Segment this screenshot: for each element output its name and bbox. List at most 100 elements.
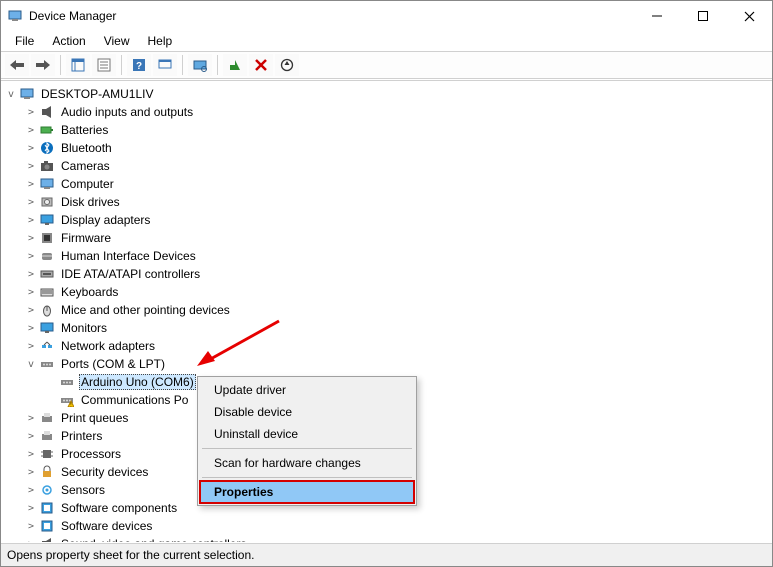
toolbar-uninstall-button[interactable] (249, 54, 273, 76)
sensor-icon (39, 482, 55, 498)
toolbar-help-button[interactable]: ? (127, 54, 151, 76)
chevron-right-icon[interactable]: > (25, 322, 37, 334)
ide-icon (39, 266, 55, 282)
tree-item-label: Bluetooth (59, 141, 114, 155)
chevron-right-icon[interactable]: > (25, 142, 37, 154)
tree-item[interactable]: >Batteries (21, 121, 772, 139)
toolbar-forward-button[interactable] (31, 54, 55, 76)
chevron-down-icon[interactable]: v (5, 88, 17, 100)
toolbar-actioncenter-button[interactable] (153, 54, 177, 76)
toolbar-update-button[interactable] (275, 54, 299, 76)
context-menu-update-driver[interactable]: Update driver (200, 379, 414, 401)
context-menu-scan-hardware[interactable]: Scan for hardware changes (200, 452, 414, 474)
software-icon (39, 518, 55, 534)
tree-item-label: Cameras (59, 159, 112, 173)
chevron-right-icon[interactable]: > (25, 430, 37, 442)
port-icon (59, 374, 75, 390)
chevron-right-icon[interactable]: > (25, 520, 37, 532)
printqueue-icon (39, 410, 55, 426)
toolbar-back-button[interactable] (5, 54, 29, 76)
context-menu-properties[interactable]: Properties (200, 481, 414, 503)
tree-item[interactable]: >Mice and other pointing devices (21, 301, 772, 319)
menu-help[interactable]: Help (140, 32, 181, 50)
chevron-right-icon[interactable]: > (25, 106, 37, 118)
tree-item-label: Ports (COM & LPT) (59, 357, 167, 371)
cpu-icon (39, 446, 55, 462)
close-button[interactable] (726, 1, 772, 31)
chevron-right-icon[interactable]: > (25, 196, 37, 208)
tree-item[interactable]: > Human Interface Devices (21, 247, 772, 265)
chevron-right-icon[interactable]: > (25, 268, 37, 280)
tree-item[interactable]: > Keyboards (21, 283, 772, 301)
tree-item-label: Monitors (59, 321, 109, 335)
chevron-right-icon[interactable]: > (25, 484, 37, 496)
chevron-right-icon[interactable]: > (25, 214, 37, 226)
computer-icon (39, 176, 55, 192)
toolbar-enable-button[interactable] (223, 54, 247, 76)
context-menu: Update driver Disable device Uninstall d… (197, 376, 417, 506)
toolbar: ? (1, 51, 772, 79)
tree-item[interactable]: > IDE ATA/ATAPI controllers (21, 265, 772, 283)
toolbar-show-hide-button[interactable] (66, 54, 90, 76)
tree-item-label: Software components (59, 501, 179, 515)
chevron-right-icon[interactable]: > (25, 304, 37, 316)
software-icon (39, 500, 55, 516)
tree-item-label: Human Interface Devices (59, 249, 198, 263)
svg-text:!: ! (70, 403, 71, 408)
toolbar-separator (121, 55, 122, 75)
tree-item[interactable]: >Computer (21, 175, 772, 193)
tree-item[interactable]: > Firmware (21, 229, 772, 247)
tree-item-label: Sound, video and game controllers (59, 537, 248, 542)
chevron-right-icon[interactable]: > (25, 250, 37, 262)
chevron-right-icon[interactable]: > (25, 124, 37, 136)
chevron-right-icon[interactable]: > (25, 178, 37, 190)
chevron-right-icon[interactable]: > (25, 340, 37, 352)
chevron-right-icon[interactable]: > (25, 286, 37, 298)
network-icon (39, 338, 55, 354)
tree-item[interactable]: > Bluetooth (21, 139, 772, 157)
tree-item[interactable]: > Display adapters (21, 211, 772, 229)
chevron-right-icon[interactable]: > (25, 160, 37, 172)
menu-view[interactable]: View (96, 32, 138, 50)
menu-action[interactable]: Action (44, 32, 93, 50)
tree-item-label: Firmware (59, 231, 113, 245)
chevron-down-icon[interactable]: v (25, 358, 37, 370)
monitor-icon (39, 320, 55, 336)
maximize-button[interactable] (680, 1, 726, 31)
toolbar-separator (182, 55, 183, 75)
chevron-right-icon[interactable]: > (25, 502, 37, 514)
security-icon (39, 464, 55, 480)
tree-item[interactable]: > Monitors (21, 319, 772, 337)
battery-icon (39, 122, 55, 138)
tree-item[interactable]: v Ports (COM & LPT) (21, 355, 772, 373)
chevron-right-icon[interactable]: > (25, 538, 37, 542)
tree-root-row[interactable]: v DESKTOP-AMU1LIV (1, 85, 772, 103)
tree-item[interactable]: >Disk drives (21, 193, 772, 211)
context-menu-separator (202, 477, 412, 478)
tree-item[interactable]: > Sound, video and game controllers (21, 535, 772, 542)
tree-item[interactable]: > Network adapters (21, 337, 772, 355)
tree-item-label: Display adapters (59, 213, 152, 227)
minimize-button[interactable] (634, 1, 680, 31)
tree-item-label: Security devices (59, 465, 150, 479)
printer-icon (39, 428, 55, 444)
context-menu-disable-device[interactable]: Disable device (200, 401, 414, 423)
toolbar-properties-button[interactable] (92, 54, 116, 76)
firmware-icon (39, 230, 55, 246)
tree-item-label: IDE ATA/ATAPI controllers (59, 267, 202, 281)
tree-item[interactable]: >Software devices (21, 517, 772, 535)
tree-item[interactable]: > Cameras (21, 157, 772, 175)
chevron-right-icon[interactable]: > (25, 412, 37, 424)
context-menu-uninstall-device[interactable]: Uninstall device (200, 423, 414, 445)
chevron-right-icon[interactable]: > (25, 448, 37, 460)
chevron-right-icon[interactable]: > (25, 466, 37, 478)
mouse-icon (39, 302, 55, 318)
tree-item[interactable]: >Audio inputs and outputs (21, 103, 772, 121)
status-text: Opens property sheet for the current sel… (7, 548, 254, 562)
chevron-right-icon[interactable]: > (25, 232, 37, 244)
toolbar-scan-button[interactable] (188, 54, 212, 76)
tree-item-label: Network adapters (59, 339, 157, 353)
tree-item-label: Keyboards (59, 285, 120, 299)
disk-icon (39, 194, 55, 210)
menu-file[interactable]: File (7, 32, 42, 50)
